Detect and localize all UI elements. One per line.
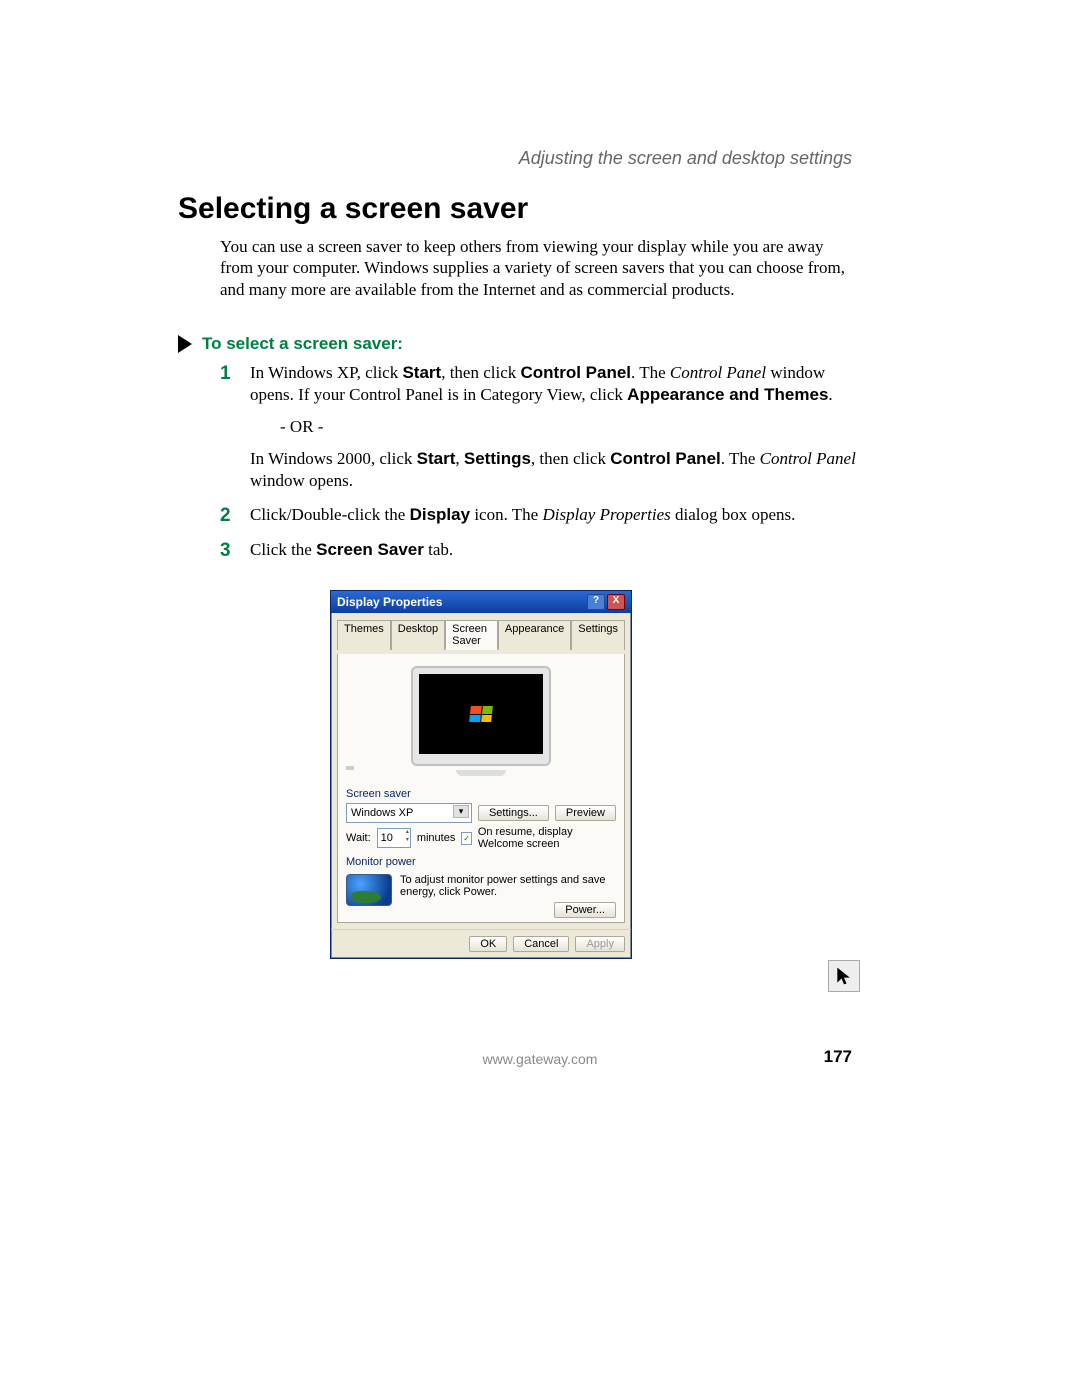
- steps-list: 1 In Windows XP, click Start, then click…: [220, 362, 860, 573]
- step-text: icon. The: [470, 505, 542, 524]
- tab-strip: Themes Desktop Screen Saver Appearance S…: [337, 619, 625, 650]
- bold: Start: [402, 363, 441, 382]
- ok-button[interactable]: OK: [469, 936, 507, 952]
- cursor-icon: [834, 966, 854, 986]
- tab-desktop[interactable]: Desktop: [391, 620, 445, 650]
- monitor-icon: [411, 666, 551, 766]
- settings-button[interactable]: Settings...: [478, 805, 549, 821]
- page-number: 177: [824, 1047, 852, 1067]
- bold: Start: [417, 449, 456, 468]
- resume-label: On resume, display Welcome screen: [478, 826, 616, 850]
- wait-label: Wait:: [346, 832, 371, 844]
- step-text: ,: [455, 449, 464, 468]
- close-button[interactable]: X: [607, 594, 625, 610]
- monitor-screen: [419, 674, 543, 754]
- bold: Appearance and Themes: [627, 385, 828, 404]
- monitor-base: [456, 770, 506, 776]
- step-text: Click the: [250, 540, 316, 559]
- step-number: 3: [220, 539, 231, 564]
- step-2: 2 Click/Double-click the Display icon. T…: [220, 504, 860, 526]
- tab-screen-saver[interactable]: Screen Saver: [445, 620, 498, 650]
- italic: Display Properties: [542, 505, 670, 524]
- tab-content: Screen saver Windows XP Settings... Prev…: [337, 654, 625, 923]
- windows-flag-icon: [469, 706, 493, 722]
- step-text: In Windows 2000, click: [250, 449, 417, 468]
- resume-checkbox[interactable]: ✓: [461, 832, 471, 845]
- section-header: Adjusting the screen and desktop setting…: [519, 148, 852, 169]
- task-heading-row: To select a screen saver:: [178, 334, 403, 354]
- or-divider: - OR -: [280, 416, 860, 438]
- power-button[interactable]: Power...: [554, 902, 616, 918]
- minutes-label: minutes: [417, 832, 456, 844]
- display-properties-dialog: Display Properties ? X Themes Desktop Sc…: [330, 590, 632, 959]
- step-text: , then click: [441, 363, 520, 382]
- tab-settings[interactable]: Settings: [571, 620, 625, 650]
- monitor-preview: [346, 662, 616, 782]
- step-text: dialog box opens.: [671, 505, 796, 524]
- dialog-footer: OK Cancel Apply: [331, 929, 631, 958]
- document-page: Adjusting the screen and desktop setting…: [0, 0, 1080, 1397]
- step-text: , then click: [531, 449, 610, 468]
- globe-icon: [346, 874, 392, 906]
- screensaver-select[interactable]: Windows XP: [346, 803, 472, 823]
- footer-url: www.gateway.com: [0, 1051, 1080, 1067]
- step-1: 1 In Windows XP, click Start, then click…: [220, 362, 860, 492]
- power-text: To adjust monitor power settings and sav…: [400, 874, 616, 898]
- dialog-title: Display Properties: [337, 595, 442, 609]
- bold: Control Panel: [521, 363, 632, 382]
- step-number: 2: [220, 504, 231, 529]
- margin-cursor-icon: [828, 960, 860, 992]
- wait-spinner[interactable]: 10: [377, 828, 411, 848]
- play-icon: [178, 335, 192, 353]
- bold: Screen Saver: [316, 540, 424, 559]
- step-text: . The: [721, 449, 760, 468]
- step-text: .: [828, 385, 832, 404]
- monitor-neck: [346, 766, 354, 770]
- display-properties-screenshot: Display Properties ? X Themes Desktop Sc…: [330, 590, 632, 959]
- step-text: . The: [631, 363, 670, 382]
- apply-button[interactable]: Apply: [575, 936, 625, 952]
- preview-button[interactable]: Preview: [555, 805, 616, 821]
- bold: Control Panel: [610, 449, 721, 468]
- step-text: Click/Double-click the: [250, 505, 410, 524]
- step-text: In Windows XP, click: [250, 363, 402, 382]
- cancel-button[interactable]: Cancel: [513, 936, 569, 952]
- step-text: tab.: [424, 540, 453, 559]
- task-heading: To select a screen saver:: [202, 334, 403, 354]
- screensaver-group-label: Screen saver: [346, 788, 616, 800]
- intro-paragraph: You can use a screen saver to keep other…: [220, 236, 855, 300]
- tab-themes[interactable]: Themes: [337, 620, 391, 650]
- step-number: 1: [220, 362, 231, 387]
- page-title: Selecting a screen saver: [178, 192, 528, 226]
- dialog-titlebar[interactable]: Display Properties ? X: [331, 591, 631, 613]
- step-text: window opens.: [250, 471, 353, 490]
- step-3: 3 Click the Screen Saver tab.: [220, 539, 860, 561]
- bold: Display: [410, 505, 470, 524]
- tab-appearance[interactable]: Appearance: [498, 620, 571, 650]
- bold: Settings: [464, 449, 531, 468]
- italic: Control Panel: [760, 449, 856, 468]
- monitor-power-group-label: Monitor power: [346, 856, 616, 868]
- italic: Control Panel: [670, 363, 766, 382]
- help-button[interactable]: ?: [587, 594, 605, 610]
